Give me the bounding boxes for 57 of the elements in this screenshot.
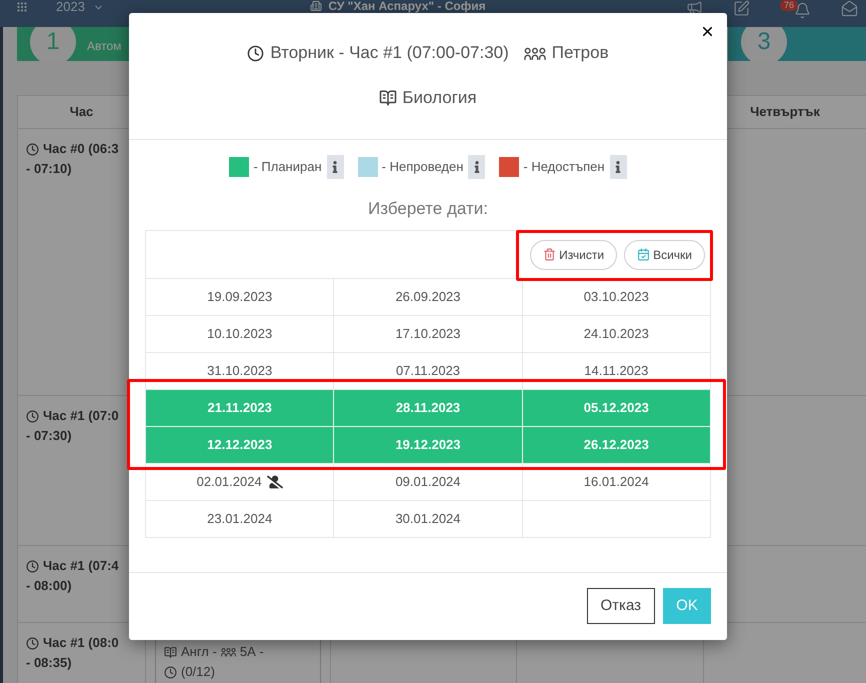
date-cell[interactable]: 24.10.2023 <box>522 316 711 353</box>
lesson-subject: Англ - <box>181 643 217 661</box>
hour-end-label: - 07:30) <box>26 427 73 445</box>
hour-end-label: - 08:35) <box>26 654 73 672</box>
legend-label: - Непроведен <box>382 158 464 176</box>
date-cell[interactable]: 26.09.2023 <box>334 279 523 316</box>
group-icon <box>220 647 236 657</box>
date-cell[interactable]: 10.10.2023 <box>146 316 334 353</box>
group-icon <box>524 46 546 60</box>
date-cell[interactable]: 19.09.2023 <box>146 279 334 316</box>
book-icon <box>379 89 398 107</box>
cancel-button[interactable]: Отказ <box>586 588 655 624</box>
envelope-icon[interactable] <box>841 0 858 17</box>
clock-icon <box>247 44 264 62</box>
book-icon <box>164 646 177 658</box>
building-icon <box>310 0 322 12</box>
hour-label: Час #1 (07:0 <box>43 407 119 425</box>
clock-icon <box>26 560 39 572</box>
hour-end-label: - 07:10) <box>26 160 73 178</box>
lesson-time: Вторник - Час #1 (07:00-07:30) <box>270 42 509 64</box>
date-cell[interactable]: 23.01.2024 <box>146 501 334 538</box>
notifications-icon[interactable] <box>794 2 811 19</box>
teacher-name: Петров <box>552 42 609 64</box>
trash-icon <box>543 248 556 261</box>
hour-label: Час #0 (06:3 <box>43 140 119 158</box>
clear-button[interactable]: Изчисти <box>530 240 618 270</box>
hour-end-label: - 08:00) <box>26 577 73 595</box>
date-cell[interactable]: 31.10.2023 <box>146 353 334 390</box>
clock-icon <box>26 636 39 650</box>
lesson-hours: (0/12) <box>181 663 215 681</box>
date-cell[interactable]: 03.10.2023 <box>522 279 711 316</box>
date-cell[interactable]: 07.11.2023 <box>334 353 523 390</box>
calendar-check-icon <box>637 248 650 261</box>
select-all-button[interactable]: Всички <box>624 240 705 270</box>
apps-grid-icon[interactable] <box>16 1 28 13</box>
column-header: Четвъртък <box>750 103 820 122</box>
select-dates-prompt: Изберете дати: <box>368 198 488 220</box>
notification-badge: 76 <box>780 0 798 11</box>
info-icon[interactable] <box>468 155 486 179</box>
hour-label: Час #1 (08:0 <box>43 634 119 652</box>
card-caption: Автом <box>87 38 122 55</box>
school-title: СУ "Хан Аспарух" - София <box>328 0 486 12</box>
date-cell[interactable]: 17.10.2023 <box>334 316 523 353</box>
subject-name: Биология <box>402 87 477 110</box>
column-header: Час <box>70 103 94 122</box>
date-cell[interactable]: 30.01.2024 <box>334 501 523 538</box>
edit-icon[interactable] <box>732 0 750 17</box>
legend-label: - Недостъпен <box>523 158 605 176</box>
legend-label: - Планиран <box>253 158 322 176</box>
info-icon[interactable] <box>326 155 344 179</box>
clock-icon <box>26 410 39 422</box>
clock-icon <box>26 142 39 156</box>
clock-icon <box>164 666 177 678</box>
hour-label: Час #1 (07:4 <box>43 557 119 575</box>
lesson-group: 5А - <box>240 642 264 662</box>
date-cell[interactable]: 14.11.2023 <box>522 353 711 390</box>
info-icon[interactable] <box>610 155 627 179</box>
